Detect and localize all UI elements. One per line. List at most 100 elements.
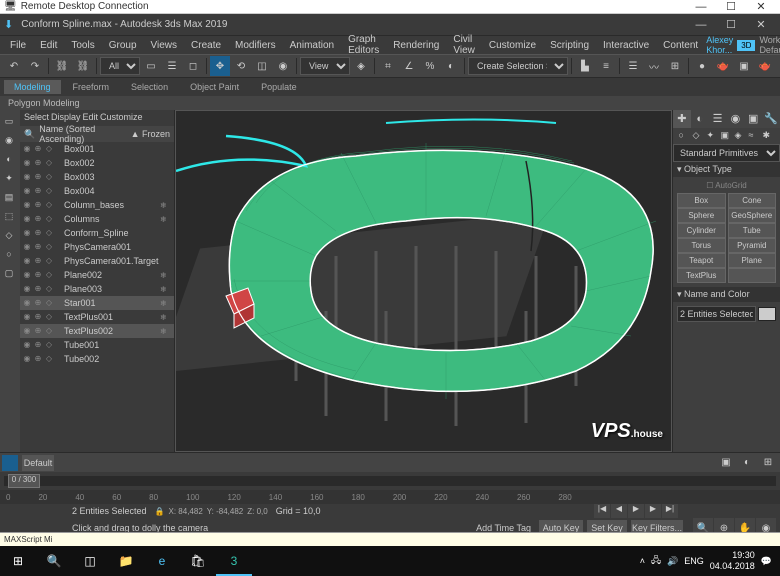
place-button[interactable]: ◉ — [273, 56, 293, 76]
menu-modifiers[interactable]: Modifiers — [229, 38, 282, 53]
safe-frame-button[interactable]: ▣ — [716, 453, 736, 473]
rotate-button[interactable]: ⟲ — [231, 56, 251, 76]
tool-3[interactable]: ◐ — [0, 150, 18, 168]
prim-torus[interactable]: Torus — [677, 238, 726, 253]
minimize-button[interactable]: — — [686, 1, 716, 13]
layer-button[interactable]: ☰ — [623, 56, 643, 76]
link-button[interactable]: ⛓ — [52, 56, 72, 76]
time-slider[interactable]: 0 / 300 — [8, 474, 40, 488]
shapes-icon[interactable]: ◇ — [693, 130, 705, 142]
app-close[interactable]: ✕ — [746, 18, 776, 31]
systems-icon[interactable]: ✱ — [763, 130, 775, 142]
search-button[interactable]: 🔍 — [36, 546, 72, 576]
render-setup-button[interactable]: 🫖 — [713, 56, 733, 76]
time-ruler[interactable]: 020406080100120140160180200220240260280 — [0, 490, 780, 504]
menu-rendering[interactable]: Rendering — [387, 38, 445, 53]
tray-notifications-icon[interactable]: 💬 — [761, 556, 772, 567]
scene-item[interactable]: ◉⊕◇Plane003❄ — [20, 282, 174, 296]
tool-2[interactable]: ◉ — [0, 131, 18, 149]
undo-button[interactable]: ↶ — [4, 56, 24, 76]
app-minimize[interactable]: — — [686, 19, 716, 31]
autogrid-check[interactable]: ☐ AutoGrid — [677, 181, 776, 190]
ribbon-modeling[interactable]: Modeling — [4, 80, 61, 94]
store-button[interactable]: 🛍 — [180, 546, 216, 576]
frozen-column[interactable]: ▲ Frozen — [131, 129, 170, 139]
motion-tab[interactable]: ◉ — [726, 110, 744, 128]
prim-teapot[interactable]: Teapot — [677, 253, 726, 268]
menu-scripting[interactable]: Scripting — [544, 38, 595, 53]
create-tab[interactable]: ✚ — [673, 110, 691, 128]
geometry-icon[interactable]: ○ — [679, 130, 691, 142]
render-button[interactable]: 🫖 — [755, 56, 775, 76]
unlink-button[interactable]: ⛓ — [73, 56, 93, 76]
snap-button[interactable]: ⌗ — [378, 56, 398, 76]
scene-item[interactable]: ◉⊕◇Conform_Spline — [20, 226, 174, 240]
explorer-button[interactable]: 📁 — [108, 546, 144, 576]
y-coord[interactable]: Y: -84,482 — [207, 507, 243, 516]
lights-icon[interactable]: ✦ — [707, 130, 719, 142]
space-warps-icon[interactable]: ≈ — [749, 130, 761, 142]
scene-item[interactable]: ◉⊕◇Tube001 — [20, 338, 174, 352]
display-tab[interactable]: ▣ — [744, 110, 762, 128]
play-button[interactable]: ▶ — [628, 504, 644, 518]
app-maximize[interactable]: ☐ — [716, 18, 746, 31]
color-swatch[interactable] — [758, 307, 776, 321]
scene-item[interactable]: ◉⊕◇Box003 — [20, 170, 174, 184]
scene-item[interactable]: ◉⊕◇Plane002❄ — [20, 268, 174, 282]
tray-clock[interactable]: 19:3004.04.2018 — [710, 550, 755, 572]
percent-snap-button[interactable]: % — [420, 56, 440, 76]
selection-filter[interactable]: All — [100, 57, 140, 75]
tray-sound-icon[interactable]: 🔊 — [667, 556, 678, 567]
tray-network-icon[interactable]: 🖧 — [651, 553, 661, 569]
ribbon-object paint[interactable]: Object Paint — [180, 80, 249, 94]
prim-cylinder[interactable]: Cylinder — [677, 223, 726, 238]
tool-8[interactable]: ○ — [0, 245, 18, 263]
scene-item[interactable]: ◉⊕◇PhysCamera001 — [20, 240, 174, 254]
maxscript-listener[interactable]: MAXScript Mi — [0, 532, 780, 546]
pivot-button[interactable]: ◈ — [351, 56, 371, 76]
scene-item[interactable]: ◉⊕◇Columns❄ — [20, 212, 174, 226]
scene-menu-select[interactable]: Select — [24, 112, 49, 124]
hierarchy-tab[interactable]: ☰ — [709, 110, 727, 128]
scene-item[interactable]: ◉⊕◇Tube002 — [20, 352, 174, 366]
tray-lang[interactable]: ENG — [684, 556, 704, 566]
edge-button[interactable]: e — [144, 546, 180, 576]
tool-4[interactable]: ✦ — [0, 169, 18, 187]
menu-file[interactable]: File — [4, 38, 32, 53]
prim-pyramid[interactable]: Pyramid — [728, 238, 777, 253]
next-frame[interactable]: ▶ — [645, 504, 661, 518]
menu-views[interactable]: Views — [145, 38, 184, 53]
scene-item[interactable]: ◉⊕◇Box002 — [20, 156, 174, 170]
default-label[interactable]: Default — [22, 455, 54, 471]
rect-select-button[interactable]: ◻ — [183, 56, 203, 76]
scale-button[interactable]: ◫ — [252, 56, 272, 76]
redo-button[interactable]: ↷ — [25, 56, 45, 76]
goto-end[interactable]: ▶| — [662, 504, 678, 518]
prim-sphere[interactable]: Sphere — [677, 208, 726, 223]
menu-tools[interactable]: Tools — [65, 38, 100, 53]
curve-editor-button[interactable]: 〰 — [644, 56, 664, 76]
primitive-dropdown[interactable]: Standard Primitives — [673, 144, 780, 162]
material-button[interactable]: ● — [692, 56, 712, 76]
render-frame-button[interactable]: ▣ — [734, 56, 754, 76]
tool-6[interactable]: ⬚ — [0, 207, 18, 225]
scene-item[interactable]: ◉⊕◇Box001 — [20, 142, 174, 156]
prim-tube[interactable]: Tube — [728, 223, 777, 238]
tool-9[interactable]: ▢ — [0, 264, 18, 282]
scene-menu-edit[interactable]: Edit — [83, 112, 99, 124]
prim-box[interactable]: Box — [677, 193, 726, 208]
name-color-header[interactable]: ▾ Name and Color — [673, 287, 780, 302]
mirror-button[interactable]: ▙ — [575, 56, 595, 76]
viewport[interactable]: VPS.house — [175, 110, 672, 452]
3dsmax-taskbar[interactable]: 3 — [216, 546, 252, 576]
scene-menu-customize[interactable]: Customize — [100, 112, 143, 124]
edged-button[interactable]: ⊞ — [758, 453, 778, 473]
coord-system[interactable]: View — [300, 57, 350, 75]
workspace-label[interactable]: Workspaces: Default — [759, 35, 780, 55]
search-icon[interactable]: 🔍 — [24, 129, 35, 140]
selection-set[interactable]: Create Selection Se — [468, 57, 568, 75]
prim-plane[interactable]: Plane — [728, 253, 777, 268]
scene-item[interactable]: ◉⊕◇PhysCamera001.Target — [20, 254, 174, 268]
maximize-button[interactable]: ☐ — [716, 0, 746, 13]
goto-start[interactable]: |◀ — [594, 504, 610, 518]
